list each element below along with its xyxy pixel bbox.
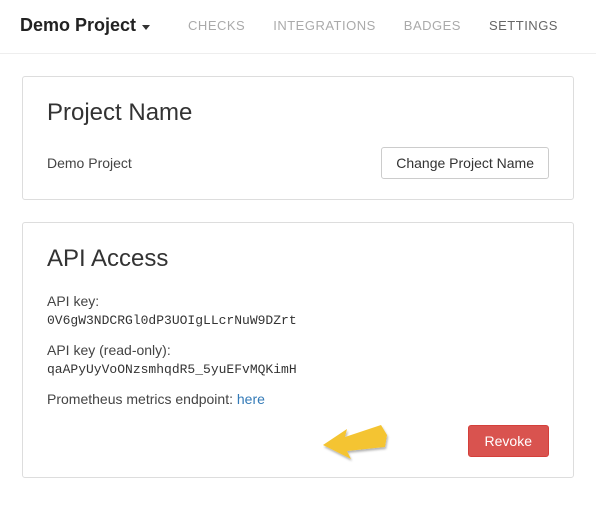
chevron-down-icon	[142, 25, 150, 30]
change-project-name-button[interactable]: Change Project Name	[381, 147, 549, 179]
project-name-panel: Project Name Demo Project Change Project…	[22, 76, 574, 200]
prometheus-label: Prometheus metrics endpoint:	[47, 391, 237, 407]
tab-settings[interactable]: SETTINGS	[475, 12, 572, 39]
api-access-heading: API Access	[47, 245, 549, 273]
project-name: Demo Project	[20, 15, 136, 36]
project-name-heading: Project Name	[47, 99, 549, 127]
arrow-annotation-icon	[323, 417, 393, 467]
api-key-value: 0V6gW3NDCRGl0dP3UOIgLLcrNuW9DZrt	[47, 313, 549, 328]
content: Project Name Demo Project Change Project…	[0, 54, 596, 522]
prometheus-link[interactable]: here	[237, 391, 265, 407]
tab-badges[interactable]: BADGES	[390, 12, 475, 39]
project-name-value: Demo Project	[47, 155, 132, 171]
nav-tabs: CHECKS INTEGRATIONS BADGES SETTINGS	[174, 12, 572, 39]
tab-integrations[interactable]: INTEGRATIONS	[259, 12, 390, 39]
navbar: Demo Project CHECKS INTEGRATIONS BADGES …	[0, 0, 596, 54]
revoke-button[interactable]: Revoke	[468, 425, 549, 457]
api-key-readonly-value: qaAPyUyVoONzsmhqdR5_5yuEFvMQKimH	[47, 362, 549, 377]
api-key-readonly-label: API key (read-only):	[47, 342, 549, 358]
tab-checks[interactable]: CHECKS	[174, 12, 259, 39]
project-dropdown[interactable]: Demo Project	[20, 15, 150, 36]
prometheus-line: Prometheus metrics endpoint: here	[47, 391, 549, 407]
api-key-label: API key:	[47, 293, 549, 309]
api-access-panel: API Access API key: 0V6gW3NDCRGl0dP3UOIg…	[22, 222, 574, 478]
